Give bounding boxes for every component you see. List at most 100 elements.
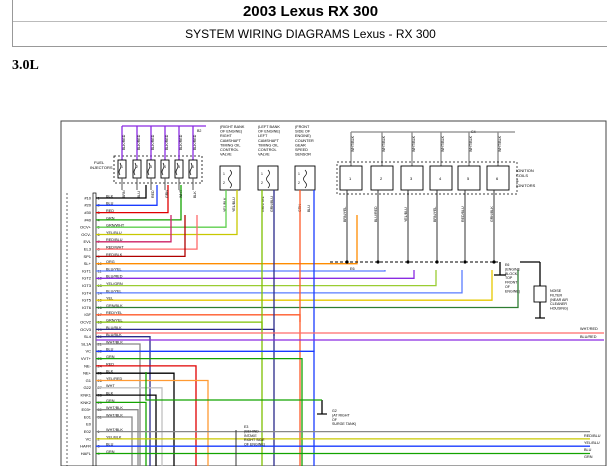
ecm-terminal-label: OCV2 <box>80 320 92 325</box>
ecm-terminal-label: IGT5 <box>82 298 92 303</box>
ecm-terminal-label: EVL <box>83 239 91 244</box>
noise-filter-body <box>533 285 547 303</box>
speed-sensor-label: (FRONT <box>295 125 310 129</box>
injector-feed-label: BLK/RED <box>122 134 126 150</box>
injector-wire-label: GRN <box>165 190 169 198</box>
ignition-feed-label: WHT/BLK <box>351 135 355 152</box>
injector-pin: 1 <box>121 165 123 169</box>
ignition-signal-label: RED/BLU <box>461 206 465 222</box>
right-ocv-label: RIGHT <box>220 134 232 138</box>
left-ocv-label: VALVE <box>258 153 270 157</box>
speed-sensor-label: SPEED <box>295 148 308 152</box>
ecm-terminal-label: SL4 <box>84 334 92 339</box>
ecm-terminal-label: SP1 <box>83 254 91 259</box>
g-ground-note: OF <box>332 418 338 422</box>
speed-sensor-label: SENSOR <box>295 153 311 157</box>
wiring-diagram: #10 1 BLK#20 2 BLU#30 3 RED#40 4 GRNOCV+ 5 GRN/WHT… <box>60 120 607 466</box>
e-ground-note: (BEHIND <box>244 429 259 433</box>
noise-filter-label: FILTER <box>550 293 563 297</box>
ecm-terminal-label: E02 <box>84 429 92 434</box>
right-ocv-pin: 2 <box>223 181 225 185</box>
ground-note: TOP <box>505 276 513 280</box>
ignition-signal-label: BRN/YEL <box>343 207 347 222</box>
ignition-feed-label: WHT/BLK <box>382 135 386 152</box>
ecm-terminal-label: IGT3 <box>82 283 92 288</box>
ecm-terminal-label: NE+ <box>83 371 92 376</box>
ignition-bus-code: C4 <box>471 130 476 134</box>
left-ocv-label: CONTROL <box>258 148 277 152</box>
ignition-feed-label: WHT/BLK <box>441 135 445 152</box>
ecm-terminal-label: IGF <box>84 312 91 317</box>
wire <box>96 270 386 272</box>
wire <box>96 416 133 466</box>
left-ocv-label: (LEFT BANK <box>258 125 280 129</box>
ignition-signal-label: YEL/BLU <box>404 207 408 222</box>
wire <box>96 270 519 309</box>
bottom-wire-label: YEL/BLU <box>584 441 600 445</box>
left-ocv-body <box>257 165 279 191</box>
ecm-terminal-label: E01 <box>84 414 92 419</box>
right-ocv-label: TIMING OIL <box>220 143 240 147</box>
right-ocv-label: CAMSHAFT <box>220 139 242 143</box>
e-ground-note: E3 <box>244 425 248 429</box>
noise-filter-label: CLEANER <box>550 302 567 306</box>
g-ground-note: (AT RIGHT <box>332 413 350 417</box>
ecm-terminal-label: G22 <box>83 385 91 390</box>
speed-sensor-label: SIDE OF <box>295 130 311 134</box>
ground-note: E6 <box>505 263 509 267</box>
ecm-terminal-label: SL+ <box>84 261 92 266</box>
bottom-wire-label: BLU <box>584 448 592 452</box>
injector-feed-label: BLK/RED <box>151 134 155 150</box>
injector-feed-label: BLK/RED <box>193 134 197 150</box>
speed-sensor-wire-label: BLU <box>307 205 311 212</box>
ground-note: (ENGINE <box>505 267 521 271</box>
injector-pin: 2 <box>136 165 138 169</box>
ecm-connector <box>92 192 97 466</box>
ground-note: OF <box>505 285 511 289</box>
injector-body <box>132 159 142 179</box>
ecm-terminal-label: IGT6 <box>82 305 92 310</box>
ecm-terminal-label: OCV- <box>81 232 91 237</box>
injector-wire-label: BLK <box>193 191 197 198</box>
right-ocv-body <box>219 165 241 191</box>
ignition-feed-label: WHT/BLK <box>412 135 416 152</box>
ground-note: ENGINE) <box>505 289 520 293</box>
ecm-terminal-label: HAFL <box>81 451 92 456</box>
g-ground-note: SURGE TANK) <box>332 422 356 426</box>
ecm-terminal-label: SL1A <box>81 341 91 346</box>
speed-sensor-body <box>294 165 316 191</box>
wire <box>96 394 157 466</box>
e-ground-note: RIGHT SIDE <box>244 438 265 442</box>
ecm-terminal-label: OCV+ <box>80 225 92 230</box>
noise-filter-label: (NEAR AIR <box>550 298 568 302</box>
injector-wire-label: WHT <box>179 189 183 198</box>
injector-body <box>174 159 184 179</box>
ecm-terminal-label: NE- <box>84 363 92 368</box>
left-ocv-pin: 2 <box>261 181 263 185</box>
ecm-terminal-label: E0 <box>86 422 92 427</box>
ignition-feed-label: WHT/BLK <box>469 135 473 152</box>
ecm-terminal-label: OCV3 <box>80 327 92 332</box>
left-ocv-label: LEFT <box>258 134 268 138</box>
ecm-terminal-label: E03+ <box>82 407 92 412</box>
wire <box>96 343 141 466</box>
e-ground-note: OF ENGINE) <box>244 443 265 447</box>
right-wire-label: WHT/RED <box>580 327 598 331</box>
right-ocv-label: CONTROL <box>220 148 239 152</box>
ecm-terminal-label: HAFR <box>80 444 91 449</box>
g-ground-note: G2 <box>332 409 337 413</box>
ecm-terminal-label: IGT1 <box>82 268 92 273</box>
right-ocv-label: OF ENGINE) <box>220 130 243 134</box>
wire <box>96 357 303 466</box>
right-ocv-label: (RIGHT BANK <box>220 125 245 129</box>
ground-note: FRONT <box>505 281 518 285</box>
right-ocv-pin: 1 <box>223 172 225 176</box>
injector-pin: 6 <box>192 165 194 169</box>
injector-body <box>160 159 170 179</box>
injector-pin: 4 <box>164 165 166 169</box>
injector-wire-label: BRN <box>122 190 126 198</box>
wire <box>96 350 315 466</box>
right-ocv-wire-label: YEL/BLU <box>232 197 236 212</box>
injector-label: INJECTORS <box>90 165 113 170</box>
ecm-terminal-label: KNK1 <box>81 393 92 398</box>
